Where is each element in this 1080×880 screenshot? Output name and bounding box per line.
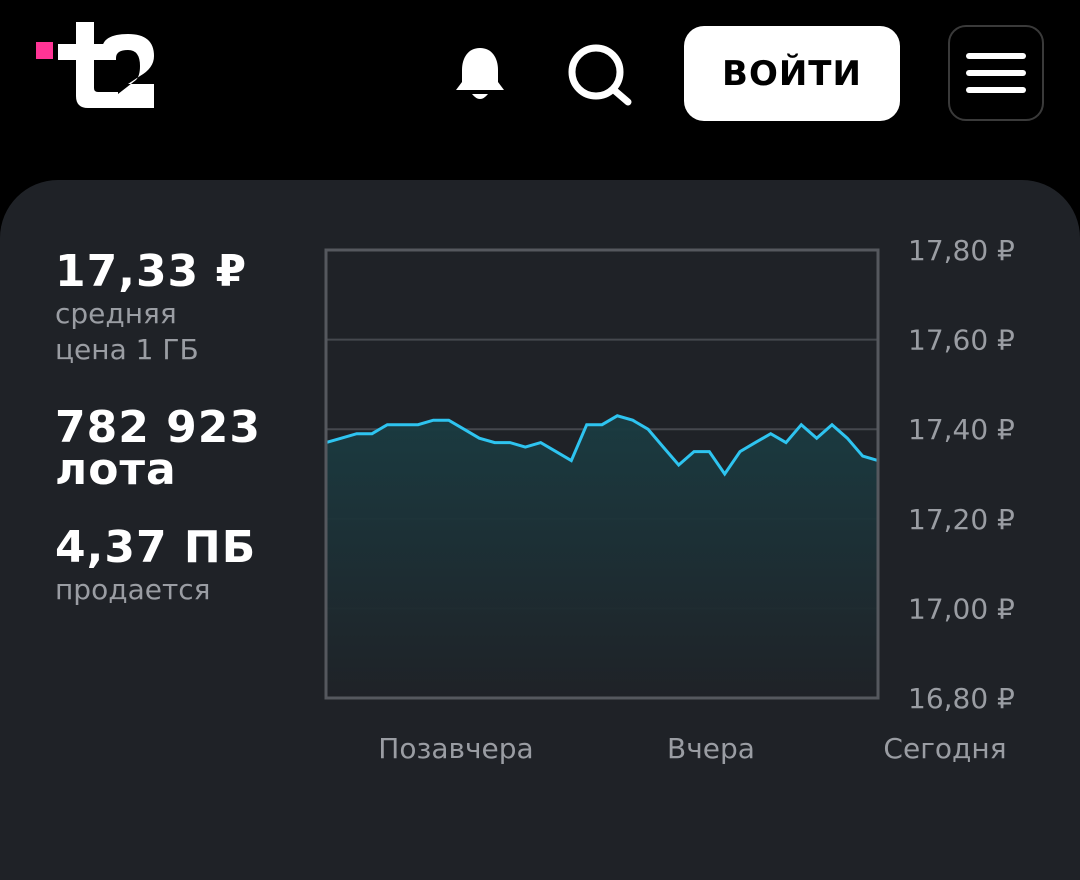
- market-stats-card: 17,33 ₽ средняя цена 1 ГБ 782 923 лота 4…: [0, 180, 1080, 880]
- y-tick-label: 17,00 ₽: [908, 592, 1015, 625]
- top-header: t2 ВОЙТИ: [0, 0, 1080, 150]
- t2-logo[interactable]: t2: [36, 20, 158, 112]
- x-tick-label: Позавчера: [378, 732, 533, 765]
- menu-bar: [966, 53, 1026, 59]
- y-tick-label: 16,80 ₽: [908, 682, 1015, 715]
- x-tick-label: Сегодня: [883, 732, 1006, 765]
- price-area: [326, 415, 878, 698]
- search-icon[interactable]: [566, 44, 632, 106]
- login-button[interactable]: ВОЙТИ: [684, 26, 900, 121]
- y-tick-label: 17,60 ₽: [908, 324, 1015, 357]
- bell-icon[interactable]: [452, 44, 508, 104]
- x-tick-label: Вчера: [667, 732, 755, 765]
- menu-bar: [966, 87, 1026, 93]
- menu-bar: [966, 70, 1026, 76]
- y-tick-label: 17,20 ₽: [908, 503, 1015, 536]
- hamburger-menu-button[interactable]: [948, 25, 1044, 121]
- y-tick-label: 17,40 ₽: [908, 413, 1015, 446]
- price-chart: 17,80 ₽ 17,60 ₽ 17,40 ₽ 17,20 ₽ 17,00 ₽ 16,80…: [324, 234, 1015, 765]
- y-tick-label: 17,80 ₽: [908, 234, 1015, 267]
